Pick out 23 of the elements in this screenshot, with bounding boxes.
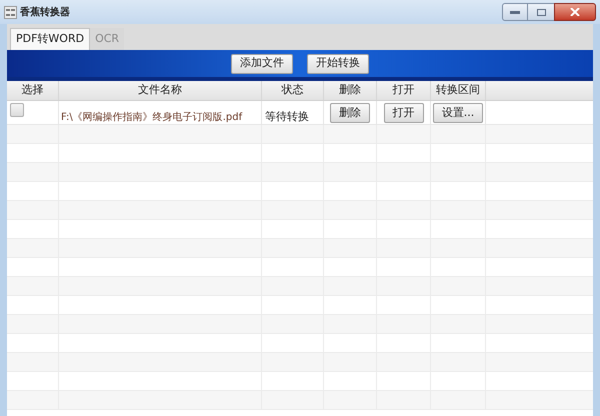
column-header: 删除 [324,81,377,100]
column-header: 文件名称 [59,81,262,100]
close-icon [570,8,580,16]
row-checkbox[interactable] [10,103,24,117]
maximize-button[interactable] [528,3,554,21]
minimize-icon [510,10,520,14]
file-name: F:\《网编操作指南》终身电子订阅版.pdf [61,112,242,123]
minimize-button[interactable] [502,3,528,21]
settings-button[interactable]: 设置... [432,103,484,123]
column-header: 转换区间 [431,81,486,100]
delete-button[interactable]: 删除 [330,103,370,123]
toolbar-button[interactable]: 开始转换 [307,54,369,74]
column-header: 打开 [377,81,431,100]
column-header: 状态 [262,81,324,100]
open-button[interactable]: 打开 [384,103,424,123]
app-logo-icon [4,6,17,18]
tab[interactable]: PDF转WORD [10,28,90,50]
window-title: 香蕉转换器 [20,6,70,20]
toolbar-button[interactable]: 添加文件 [231,54,293,74]
close-button[interactable] [554,3,596,21]
maximize-icon [536,8,546,16]
status-text: 等待转换 [265,110,309,123]
column-header: 选择 [7,81,59,100]
